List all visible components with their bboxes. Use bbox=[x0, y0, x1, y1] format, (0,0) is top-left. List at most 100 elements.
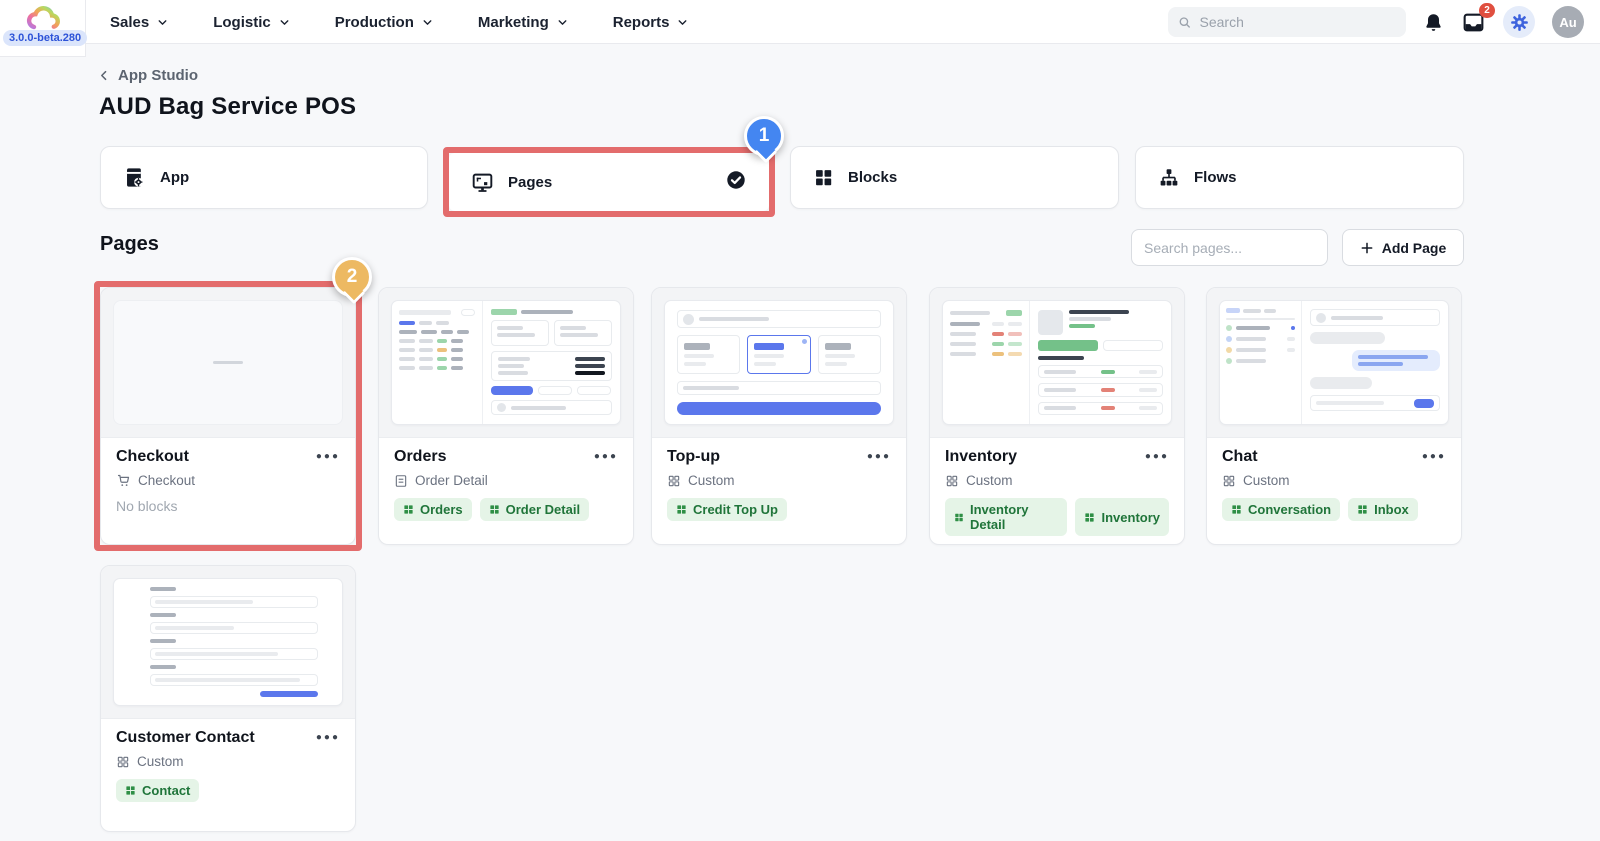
page-card-title: Orders bbox=[394, 448, 447, 465]
tab-label: Blocks bbox=[848, 169, 898, 186]
nav-reports[interactable]: Reports bbox=[613, 14, 690, 31]
chevron-down-icon bbox=[558, 19, 567, 25]
page-card-orders[interactable]: Orders ●●● Order Detail Orders Order Det… bbox=[378, 287, 634, 545]
page-card-inventory[interactable]: Inventory ●●● Custom Inventory Detail In… bbox=[929, 287, 1185, 545]
global-search[interactable] bbox=[1168, 7, 1406, 37]
page-thumbnail bbox=[101, 288, 355, 438]
block-tag: Inbox bbox=[1348, 498, 1418, 521]
subtitle-text: Custom bbox=[966, 473, 1013, 488]
nav-logistic[interactable]: Logistic bbox=[213, 14, 291, 31]
tag-label: Inventory Detail bbox=[969, 502, 1029, 532]
page-card-customer-contact[interactable]: Customer Contact ●●● Custom Contact bbox=[100, 565, 356, 832]
nav-marketing[interactable]: Marketing bbox=[478, 14, 569, 31]
block-tag: Orders bbox=[394, 498, 472, 521]
nav-label: Marketing bbox=[477, 13, 549, 31]
step-number: 2 bbox=[346, 266, 358, 287]
tab-app[interactable]: App bbox=[100, 146, 428, 209]
subtitle-text: Custom bbox=[688, 473, 735, 488]
card-menu-button[interactable]: ●●● bbox=[316, 452, 340, 462]
nav-production[interactable]: Production bbox=[335, 14, 434, 31]
tab-pages[interactable]: Pages bbox=[449, 153, 769, 211]
page-card-chat[interactable]: Chat ●●● Custom Conversation Inbox bbox=[1206, 287, 1462, 545]
card-menu-button[interactable]: ●●● bbox=[316, 733, 340, 743]
page-card-topup[interactable]: Top-up ●●● Custom Credit Top Up bbox=[651, 287, 907, 545]
page-card-title: Customer Contact bbox=[116, 729, 255, 746]
avatar-initials: Au bbox=[1559, 14, 1577, 30]
nav-label: Sales bbox=[110, 13, 150, 31]
block-tag: Order Detail bbox=[479, 498, 590, 521]
tab-flows[interactable]: Flows bbox=[1135, 146, 1464, 209]
search-pages-input[interactable] bbox=[1131, 229, 1328, 266]
grid-icon bbox=[1223, 475, 1235, 486]
nav-sales[interactable]: Sales bbox=[110, 14, 169, 31]
top-header: Sales Logistic Production Marketing Repo… bbox=[0, 0, 1600, 44]
page-thumbnail bbox=[379, 288, 633, 438]
notifications-button[interactable] bbox=[1423, 12, 1444, 33]
chevron-down-icon bbox=[158, 19, 167, 25]
bell-icon bbox=[1426, 13, 1441, 31]
chevron-down-icon bbox=[280, 19, 289, 25]
app-icon bbox=[127, 168, 143, 187]
page-card-title: Chat bbox=[1222, 448, 1258, 465]
page-card-info: Inventory ●●● Custom Inventory Detail In… bbox=[930, 438, 1184, 544]
chevron-down-icon bbox=[423, 19, 432, 25]
document-icon bbox=[395, 474, 407, 487]
pages-section-heading: Pages bbox=[100, 233, 159, 255]
page-card-checkout[interactable]: Checkout ●●● Checkout No blocks bbox=[100, 287, 356, 545]
subtitle-text: Custom bbox=[1243, 473, 1290, 488]
tab-blocks[interactable]: Blocks bbox=[790, 146, 1119, 209]
block-tag: Credit Top Up bbox=[667, 498, 787, 521]
block-tag: Inventory bbox=[1075, 498, 1169, 536]
card-menu-button[interactable]: ●●● bbox=[1422, 452, 1446, 462]
pages-icon bbox=[472, 173, 493, 192]
grid-tag-icon bbox=[126, 786, 135, 795]
tags-row: Conversation Inbox bbox=[1222, 498, 1446, 521]
nav-label: Reports bbox=[612, 13, 670, 31]
cloud-logo-icon bbox=[26, 6, 60, 30]
chevron-down-icon bbox=[678, 19, 687, 25]
no-blocks-status: No blocks bbox=[116, 498, 178, 514]
add-page-button[interactable]: Add Page bbox=[1342, 229, 1464, 266]
block-tag: Inventory Detail bbox=[945, 498, 1068, 536]
tags-row: Orders Order Detail bbox=[394, 498, 618, 521]
page-card-title: Top-up bbox=[667, 448, 721, 465]
grid-tag-icon bbox=[1232, 505, 1241, 514]
page-thumbnail bbox=[101, 566, 355, 719]
page-card-info: Customer Contact ●●● Custom Contact bbox=[101, 719, 355, 814]
step-number: 1 bbox=[758, 125, 770, 146]
page-card-subtitle: Custom bbox=[1222, 473, 1446, 488]
block-tag: Conversation bbox=[1222, 498, 1341, 521]
card-menu-button[interactable]: ●●● bbox=[594, 452, 618, 462]
topup-preview bbox=[664, 300, 894, 425]
avatar[interactable]: Au bbox=[1552, 6, 1584, 38]
gear-icon bbox=[1510, 13, 1528, 31]
orders-preview bbox=[391, 300, 621, 425]
tag-label: Orders bbox=[420, 502, 463, 517]
tags-row: Contact bbox=[116, 779, 340, 802]
subtitle-text: Order Detail bbox=[415, 473, 488, 488]
version-badge: 3.0.0-beta.280 bbox=[3, 30, 88, 46]
grid-tag-icon bbox=[1085, 512, 1095, 522]
annotation-step2-pin: 2 bbox=[332, 257, 372, 297]
main-nav: Sales Logistic Production Marketing Repo… bbox=[110, 0, 689, 44]
tags-row: Inventory Detail Inventory bbox=[945, 498, 1169, 536]
cart-icon bbox=[117, 474, 130, 486]
tag-label: Conversation bbox=[1248, 502, 1332, 517]
app-logo[interactable]: 3.0.0-beta.280 bbox=[0, 0, 88, 57]
page-card-title: Checkout bbox=[116, 448, 189, 465]
breadcrumb[interactable]: App Studio bbox=[98, 67, 198, 84]
settings-button[interactable] bbox=[1503, 6, 1535, 38]
inbox-button[interactable]: 2 bbox=[1461, 2, 1495, 35]
empty-preview bbox=[113, 300, 343, 425]
tags-row: Credit Top Up bbox=[667, 498, 891, 521]
tag-label: Credit Top Up bbox=[693, 502, 778, 517]
grid-tag-icon bbox=[1358, 505, 1367, 514]
inbox-count-badge: 2 bbox=[1479, 2, 1495, 18]
card-menu-button[interactable]: ●●● bbox=[1145, 452, 1169, 462]
card-menu-button[interactable]: ●●● bbox=[867, 452, 891, 462]
search-input[interactable] bbox=[1199, 14, 1396, 30]
page-card-subtitle: Custom bbox=[945, 473, 1169, 488]
annotation-step1-pin: 1 bbox=[744, 116, 784, 156]
selected-check-icon bbox=[725, 169, 747, 196]
page-card-info: Top-up ●●● Custom Credit Top Up bbox=[652, 438, 906, 533]
